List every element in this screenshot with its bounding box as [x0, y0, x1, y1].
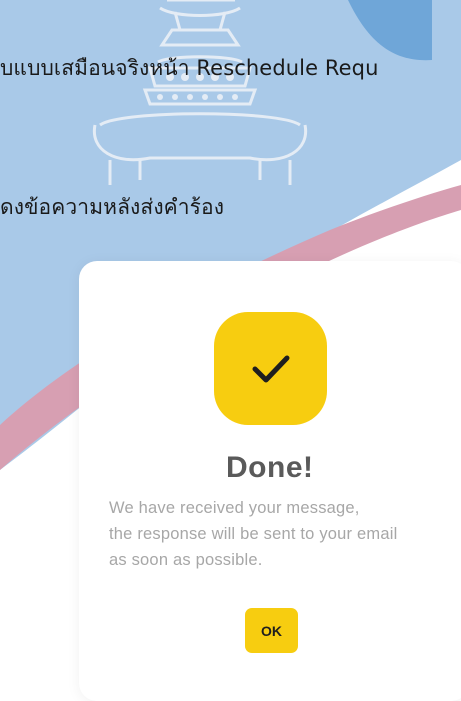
document-text-line-2: ดงข้อความหลังส่งคำร้อง	[0, 195, 225, 219]
dialog-title: Done!	[226, 451, 314, 484]
dialog-message: We have received your message, the respo…	[109, 495, 449, 573]
checkmark-icon	[252, 355, 289, 382]
dialog-message-line: We have received your message,	[109, 499, 360, 517]
document-text-line-1: บแบบเสมือนจริงหน้า Reschedule Requ	[0, 56, 379, 80]
ok-button[interactable]: OK	[245, 608, 298, 653]
dialog-message-line: as soon as possible.	[109, 551, 263, 569]
success-badge	[214, 312, 327, 425]
dialog-message-line: the response will be sent to your email	[109, 525, 398, 543]
success-dialog: Done! We have received your message, the…	[79, 261, 461, 701]
